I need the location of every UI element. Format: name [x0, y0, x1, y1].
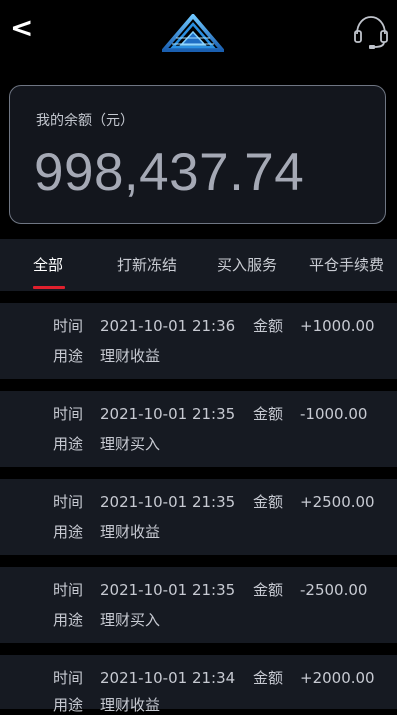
balance-card: 我的余额（元） 998,437.74	[9, 85, 386, 224]
amount-value: +1000.00	[300, 317, 375, 335]
list-item: 时间 2021-10-01 21:35 金额 +2500.00 用途 理财收益	[0, 479, 397, 555]
amount-value: +2000.00	[300, 669, 375, 687]
amount-label: 金额	[253, 669, 284, 687]
amount-label: 金额	[253, 581, 284, 599]
amount-label: 金额	[253, 317, 284, 335]
time-label: 时间	[53, 669, 84, 687]
amount-label: 金额	[253, 405, 284, 423]
time-label: 时间	[53, 581, 84, 599]
purpose-label: 用途	[53, 435, 84, 453]
purpose-value: 理财收益	[100, 696, 161, 714]
purpose-value: 理财买入	[100, 611, 161, 629]
tab-all[interactable]: 全部	[33, 239, 63, 291]
tab-buy-service[interactable]: 买入服务	[217, 239, 277, 291]
headset-icon[interactable]	[352, 14, 390, 50]
triangle-logo-icon	[162, 14, 224, 52]
time-value: 2021-10-01 21:35	[100, 493, 236, 511]
list-item: 时间 2021-10-01 21:34 金额 +2000.00 用途 理财收益	[0, 655, 397, 714]
tab-ipo-frozen[interactable]: 打新冻结	[117, 239, 177, 291]
time-label: 时间	[53, 493, 84, 511]
purpose-label: 用途	[53, 696, 84, 714]
purpose-label: 用途	[53, 523, 84, 541]
list-item: 时间 2021-10-01 21:35 金额 -1000.00 用途 理财买入	[0, 391, 397, 467]
amount-value: +2500.00	[300, 493, 375, 511]
time-value: 2021-10-01 21:34	[100, 669, 236, 687]
purpose-value: 理财买入	[100, 435, 161, 453]
balance-label: 我的余额（元）	[36, 113, 134, 129]
active-tab-indicator	[33, 286, 65, 289]
time-label: 时间	[53, 317, 84, 335]
amount-value: -1000.00	[300, 405, 368, 423]
amount-label: 金额	[253, 493, 284, 511]
list-item: 时间 2021-10-01 21:36 金额 +1000.00 用途 理财收益	[0, 303, 397, 379]
back-button[interactable]: <	[10, 10, 36, 46]
time-value: 2021-10-01 21:36	[100, 317, 236, 335]
purpose-value: 理财收益	[100, 347, 161, 365]
purpose-value: 理财收益	[100, 523, 161, 541]
purpose-label: 用途	[53, 611, 84, 629]
time-value: 2021-10-01 21:35	[100, 405, 236, 423]
purpose-label: 用途	[53, 347, 84, 365]
top-bar: <	[0, 0, 397, 70]
amount-value: -2500.00	[300, 581, 368, 599]
time-value: 2021-10-01 21:35	[100, 581, 236, 599]
list-item: 时间 2021-10-01 21:35 金额 -2500.00 用途 理财买入	[0, 567, 397, 643]
time-label: 时间	[53, 405, 84, 423]
balance-value: 998,437.74	[34, 143, 305, 202]
tab-close-fee[interactable]: 平仓手续费	[309, 239, 384, 291]
filter-tabs: 全部 打新冻结 买入服务 平仓手续费	[0, 239, 397, 291]
